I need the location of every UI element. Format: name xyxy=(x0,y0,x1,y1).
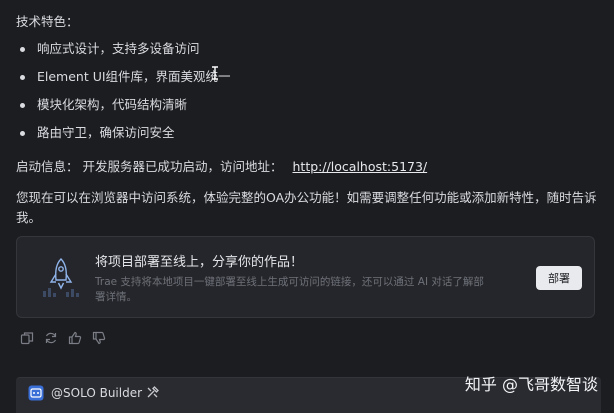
deploy-button[interactable]: 部署 xyxy=(536,266,582,290)
builder-icon xyxy=(28,385,44,401)
list-item: 模块化架构，代码结构清晰 xyxy=(16,96,231,124)
builder-label: @SOLO Builder xyxy=(51,386,143,400)
feature-list: 响应式设计，支持多设备访问 Element UI组件库，界面美观统一 模块化架构… xyxy=(16,40,231,152)
summary-text: 您现在可以在浏览器中访问系统，体验完整的OA办公功能！如需要调整任何功能或添加新… xyxy=(16,190,597,225)
text-cursor-icon xyxy=(212,66,218,80)
startup-text: 开发服务器已成功启动，访问地址： xyxy=(82,159,283,174)
startup-label: 启动信息： xyxy=(16,159,79,174)
deploy-card-description: Trae 支持将本地项目一键部署至线上生成可访问的链接，还可以通过 AI 对话了… xyxy=(95,276,484,303)
regenerate-icon[interactable] xyxy=(44,331,58,345)
copy-icon[interactable] xyxy=(20,331,34,345)
deploy-card: 将项目部署至线上，分享你的作品！ Trae 支持将本地项目一键部署至线上生成可访… xyxy=(16,236,595,318)
thumbs-up-icon[interactable] xyxy=(68,331,82,345)
local-url-link[interactable]: http://localhost:5173/ xyxy=(293,159,428,174)
deploy-card-title: 将项目部署至线上，分享你的作品！ xyxy=(95,255,304,270)
watermark: 知乎 @飞哥数智谈 xyxy=(464,375,598,394)
feature-heading: 技术特色： xyxy=(16,14,79,29)
tools-icon[interactable] xyxy=(146,386,159,399)
list-item: Element UI组件库，界面美观统一 xyxy=(16,68,231,96)
thumbs-down-icon[interactable] xyxy=(92,331,106,345)
rocket-icon xyxy=(43,258,79,297)
list-item: 路由守卫，确保访问安全 xyxy=(16,124,231,152)
message-actions xyxy=(20,331,106,345)
list-item: 响应式设计，支持多设备访问 xyxy=(16,40,231,68)
startup-info: 启动信息： 开发服务器已成功启动，访问地址： http://localhost:… xyxy=(16,158,427,176)
